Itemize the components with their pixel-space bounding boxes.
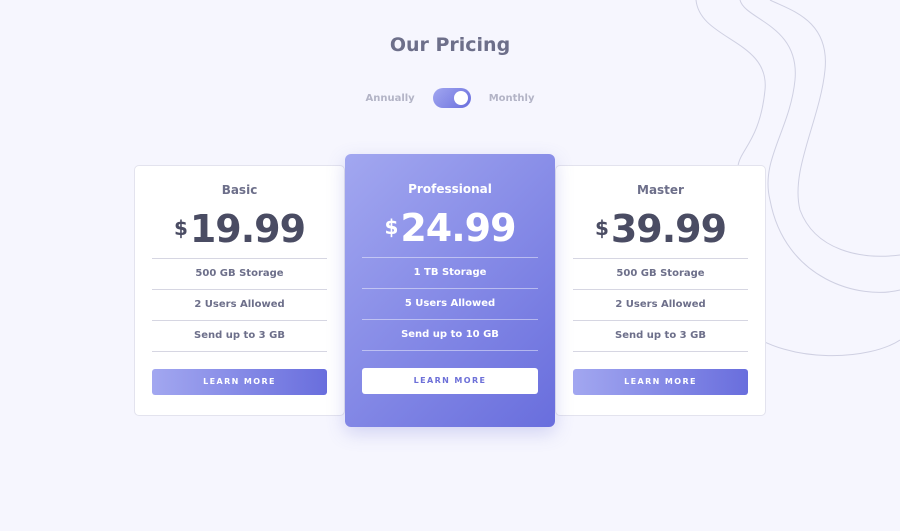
billing-toggle-row: Annually Monthly <box>0 87 900 109</box>
feature-item: 2 Users Allowed <box>573 290 748 321</box>
feature-item: Send up to 10 GB <box>362 320 538 351</box>
plan-name: Professional <box>408 182 492 196</box>
page-title: Our Pricing <box>389 34 511 56</box>
annually-label[interactable]: Annually <box>365 93 414 104</box>
feature-item: 5 Users Allowed <box>362 289 538 320</box>
feature-item: Send up to 3 GB <box>573 321 748 352</box>
currency-symbol: $ <box>173 216 188 240</box>
price-amount: 24.99 <box>400 206 516 250</box>
plan-price: $ 39.99 <box>556 207 765 252</box>
learn-more-button-master[interactable]: LEARN MORE <box>573 369 748 395</box>
pricing-card-professional: Professional $ 24.99 1 TB Storage 5 User… <box>345 154 555 427</box>
plan-price: $ 24.99 <box>345 206 555 251</box>
feature-list: 500 GB Storage 2 Users Allowed Send up t… <box>152 258 327 352</box>
pricing-card-basic: Basic $ 19.99 500 GB Storage 2 Users All… <box>134 165 345 416</box>
plan-price: $ 19.99 <box>135 207 344 252</box>
feature-item: Send up to 3 GB <box>152 321 327 352</box>
price-amount: 39.99 <box>610 207 727 251</box>
toggle-knob <box>453 91 468 105</box>
learn-more-button-basic[interactable]: LEARN MORE <box>152 369 327 395</box>
plan-name: Basic <box>221 183 258 197</box>
feature-item: 2 Users Allowed <box>152 290 327 321</box>
feature-list: 1 TB Storage 5 Users Allowed Send up to … <box>362 257 538 351</box>
feature-item: 500 GB Storage <box>573 259 748 290</box>
feature-list: 500 GB Storage 2 Users Allowed Send up t… <box>573 258 748 352</box>
plan-name: Master <box>637 183 684 197</box>
monthly-label[interactable]: Monthly <box>489 93 535 104</box>
learn-more-button-professional[interactable]: LEARN MORE <box>362 368 538 394</box>
billing-toggle-switch[interactable] <box>432 88 471 108</box>
feature-item: 500 GB Storage <box>152 259 327 290</box>
currency-symbol: $ <box>384 215 399 239</box>
feature-item: 1 TB Storage <box>362 258 538 289</box>
pricing-card-master: Master $ 39.99 500 GB Storage 2 Users Al… <box>555 165 766 416</box>
price-amount: 19.99 <box>189 207 306 251</box>
currency-symbol: $ <box>594 216 609 240</box>
